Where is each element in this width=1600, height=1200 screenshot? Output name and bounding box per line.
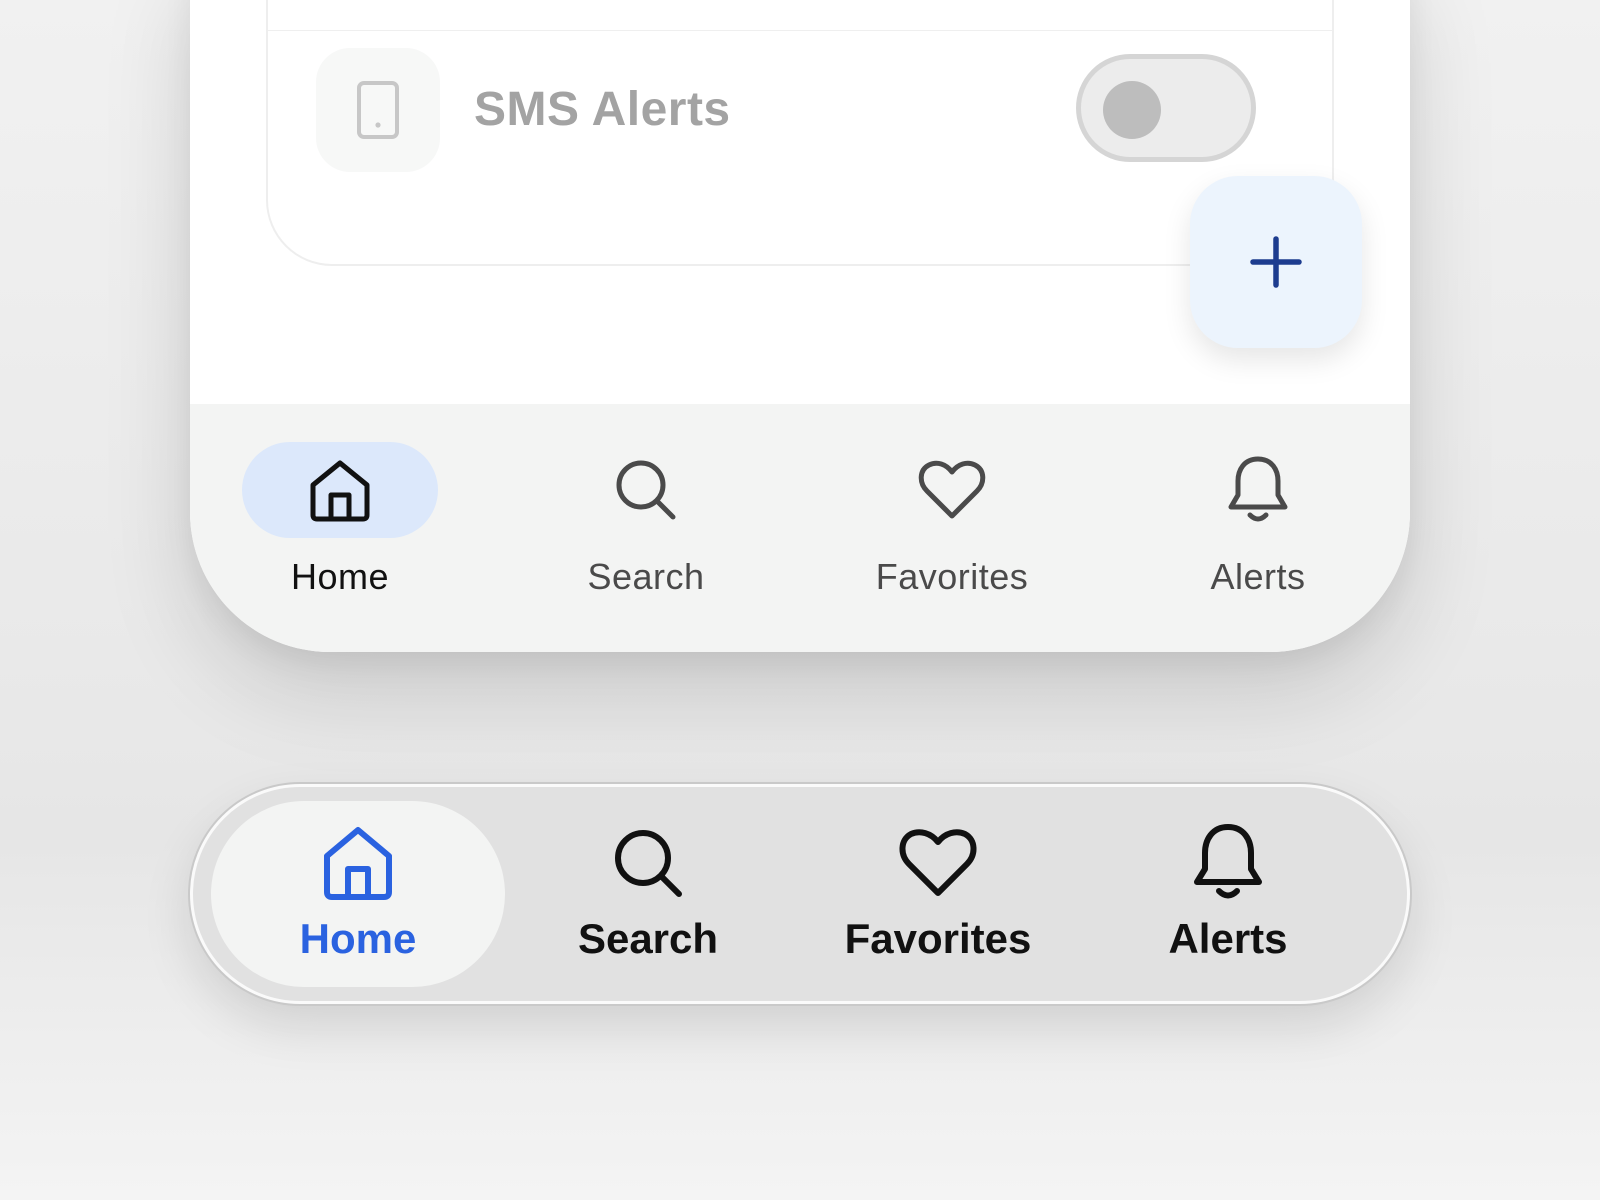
bell-icon (1194, 824, 1262, 899)
home-icon (310, 460, 370, 522)
sms-alerts-label: SMS Alerts (474, 83, 731, 136)
add-button[interactable] (1190, 176, 1362, 348)
pill-nav-label-home: Home (299, 915, 417, 962)
pill-nav-item-alerts[interactable]: Alerts (1081, 787, 1375, 1001)
heart-icon (918, 460, 986, 519)
nav-item-favorites[interactable]: Favorites (802, 404, 1102, 652)
settings-card: SMS Alerts (266, 0, 1334, 266)
bell-icon (1228, 456, 1288, 522)
heart-icon (899, 829, 977, 896)
pill-nav-label-search: Search (577, 915, 719, 962)
nav-label-favorites: Favorites (875, 556, 1029, 597)
nav-icon-container (1160, 442, 1356, 538)
nav-icon-container (854, 442, 1050, 538)
nav-icon-container (791, 821, 1085, 905)
divider (268, 30, 1332, 31)
bottom-navigation: Home Search Favorites Alerts (190, 404, 1410, 652)
nav-item-home[interactable]: Home (190, 404, 490, 652)
phone-mockup: SMS Alerts Home Search Favorites Alerts (190, 0, 1410, 652)
sms-icon-container (316, 48, 440, 172)
pill-navigation: Home Search Favorites Alerts (190, 784, 1410, 1004)
phone-icon (357, 81, 399, 139)
home-icon (324, 827, 392, 900)
nav-label-search: Search (587, 556, 705, 597)
pill-nav-label-alerts: Alerts (1168, 915, 1288, 962)
nav-icon-container (1081, 821, 1375, 905)
nav-icon-container (548, 442, 744, 538)
search-icon (616, 460, 676, 520)
search-icon (615, 830, 682, 897)
nav-icon-container (501, 821, 795, 905)
pill-nav-item-home[interactable]: Home (211, 787, 505, 1001)
nav-icon-container (211, 821, 505, 905)
pill-nav-item-search[interactable]: Search (501, 787, 795, 1001)
nav-label-alerts: Alerts (1210, 556, 1306, 597)
nav-active-indicator (242, 442, 438, 538)
plus-icon (1250, 236, 1302, 288)
nav-label-home: Home (290, 556, 390, 597)
toggle-knob (1103, 81, 1161, 139)
pill-nav-label-favorites: Favorites (844, 915, 1032, 962)
nav-item-alerts[interactable]: Alerts (1108, 404, 1408, 652)
sms-alerts-toggle[interactable] (1076, 54, 1256, 162)
pill-nav-item-favorites[interactable]: Favorites (791, 787, 1085, 1001)
nav-item-search[interactable]: Search (496, 404, 796, 652)
